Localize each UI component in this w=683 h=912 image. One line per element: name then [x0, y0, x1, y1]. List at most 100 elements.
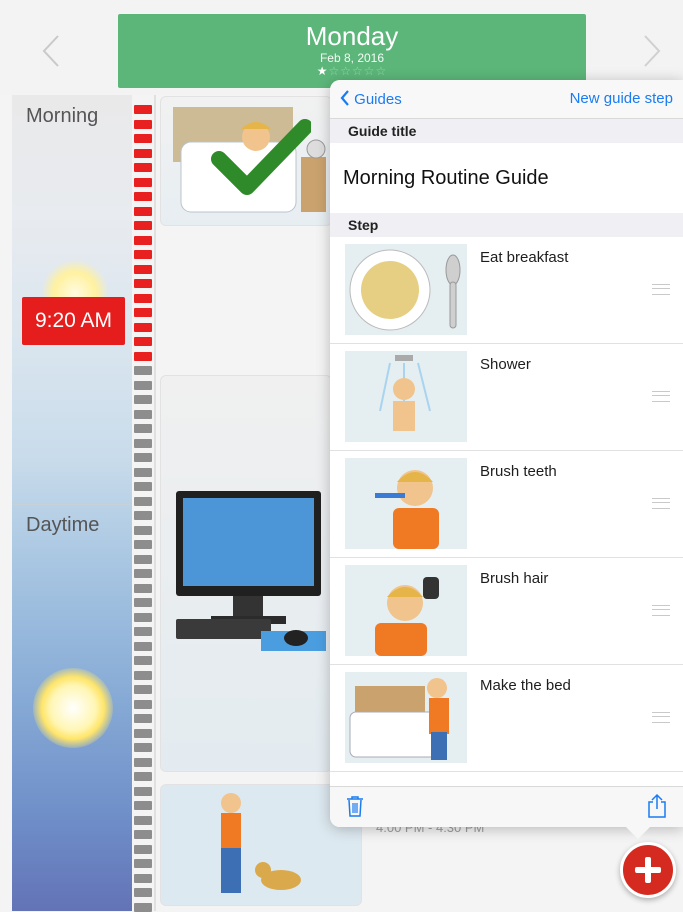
time-tick [134, 366, 152, 375]
step-picture-shower [345, 351, 467, 442]
time-tick [134, 148, 152, 158]
time-tick [134, 206, 152, 216]
computer-picture [176, 491, 326, 651]
time-tick [134, 192, 152, 201]
current-time-badge: 9:20 AM [22, 297, 125, 345]
step-row[interactable]: Eat breakfast [330, 237, 683, 344]
daytime-sun-icon [33, 668, 113, 748]
star-empty-icon: ☆☆☆☆☆ [328, 64, 388, 78]
popover-navbar: Guides New guide step [330, 80, 683, 119]
time-tick [134, 902, 152, 912]
day-name: Monday [305, 21, 399, 51]
time-tick [134, 482, 152, 491]
delete-guide-button[interactable] [346, 795, 364, 822]
time-tick [134, 337, 152, 346]
chevron-left-icon [42, 35, 59, 67]
back-label: Guides [354, 91, 402, 108]
period-morning: Morning [26, 105, 99, 127]
time-tick [134, 308, 152, 317]
chevron-right-icon [644, 35, 661, 67]
reorder-handle-icon[interactable] [652, 712, 670, 723]
reorder-handle-icon[interactable] [652, 605, 670, 616]
time-tick [134, 322, 152, 332]
time-tick [134, 627, 152, 636]
day-rating[interactable]: ★☆☆☆☆☆ [118, 65, 586, 77]
step-row[interactable]: Make the bed [330, 665, 683, 772]
schedule-card-computer[interactable] [160, 375, 332, 772]
period-daytime: Daytime [26, 514, 100, 536]
step-row[interactable]: Brush teeth [330, 451, 683, 558]
time-tick [134, 743, 152, 752]
time-tick [134, 888, 152, 897]
checkmark-icon [211, 119, 311, 195]
time-tick [134, 554, 152, 564]
back-to-guides-button[interactable]: Guides [340, 90, 402, 108]
time-tick [134, 511, 152, 520]
time-tick [134, 670, 152, 680]
time-tick [134, 119, 152, 129]
time-tick [134, 569, 152, 578]
reorder-handle-icon[interactable] [652, 284, 670, 295]
time-tick [134, 859, 152, 868]
sky-background [12, 95, 132, 911]
time-tick [134, 235, 152, 245]
popover-arrow [624, 825, 652, 839]
time-tick [134, 815, 152, 825]
step-row[interactable]: Brush hair [330, 558, 683, 665]
time-tick [134, 540, 152, 549]
reorder-handle-icon[interactable] [652, 498, 670, 509]
step-label: Shower [480, 356, 531, 373]
time-tick [134, 467, 152, 477]
time-tick [134, 699, 152, 709]
time-tick [134, 598, 152, 607]
share-guide-button[interactable] [647, 793, 667, 824]
step-label: Make the bed [480, 677, 571, 694]
step-picture-eat-breakfast [345, 244, 467, 335]
time-tick [134, 279, 152, 288]
new-guide-step-button[interactable]: New guide step [570, 90, 673, 107]
step-label: Eat breakfast [480, 249, 569, 266]
time-tick [134, 801, 152, 810]
time-tick [134, 844, 152, 854]
time-tick [134, 525, 152, 535]
time-tick-strip [134, 95, 152, 912]
popover-toolbar [330, 786, 683, 827]
time-tick [134, 163, 152, 172]
time-tick [134, 380, 152, 390]
guide-title-field[interactable]: Morning Routine Guide [330, 143, 683, 213]
previous-day-button[interactable] [42, 34, 60, 68]
trash-icon [347, 796, 363, 817]
schedule-card-wake-up[interactable] [160, 96, 332, 226]
time-tick [134, 728, 152, 738]
guide-title-header: Guide title [330, 119, 683, 143]
step-label: Brush teeth [480, 463, 557, 480]
time-tick [134, 496, 152, 506]
step-row[interactable]: Shower [330, 344, 683, 451]
day-date: Feb 8, 2016 [319, 51, 385, 65]
next-day-button[interactable] [643, 34, 661, 68]
step-label: Brush hair [480, 570, 549, 587]
add-plus-button[interactable] [620, 842, 676, 898]
step-header: Step [330, 213, 683, 237]
time-tick [134, 409, 152, 419]
time-tick [134, 250, 152, 259]
reorder-handle-icon[interactable] [652, 391, 670, 402]
guide-popover: Guides New guide step Guide title Mornin… [330, 80, 683, 827]
time-tick [134, 830, 152, 839]
time-tick [134, 772, 152, 781]
time-tick [134, 453, 152, 462]
step-picture-brush-hair [345, 565, 467, 656]
time-tick [134, 424, 152, 433]
time-tick [134, 612, 152, 622]
time-tick [134, 685, 152, 694]
step-picture-brush-teeth [345, 458, 467, 549]
day-header[interactable]: Monday Feb 8, 2016 ★☆☆☆☆☆ [118, 14, 586, 88]
time-tick [134, 134, 152, 143]
column-divider [154, 95, 156, 911]
time-tick [134, 105, 152, 114]
time-tick [134, 714, 152, 723]
time-tick [134, 395, 152, 404]
time-tick [134, 786, 152, 796]
chevron-left-icon [340, 90, 349, 106]
time-tick [134, 438, 152, 448]
